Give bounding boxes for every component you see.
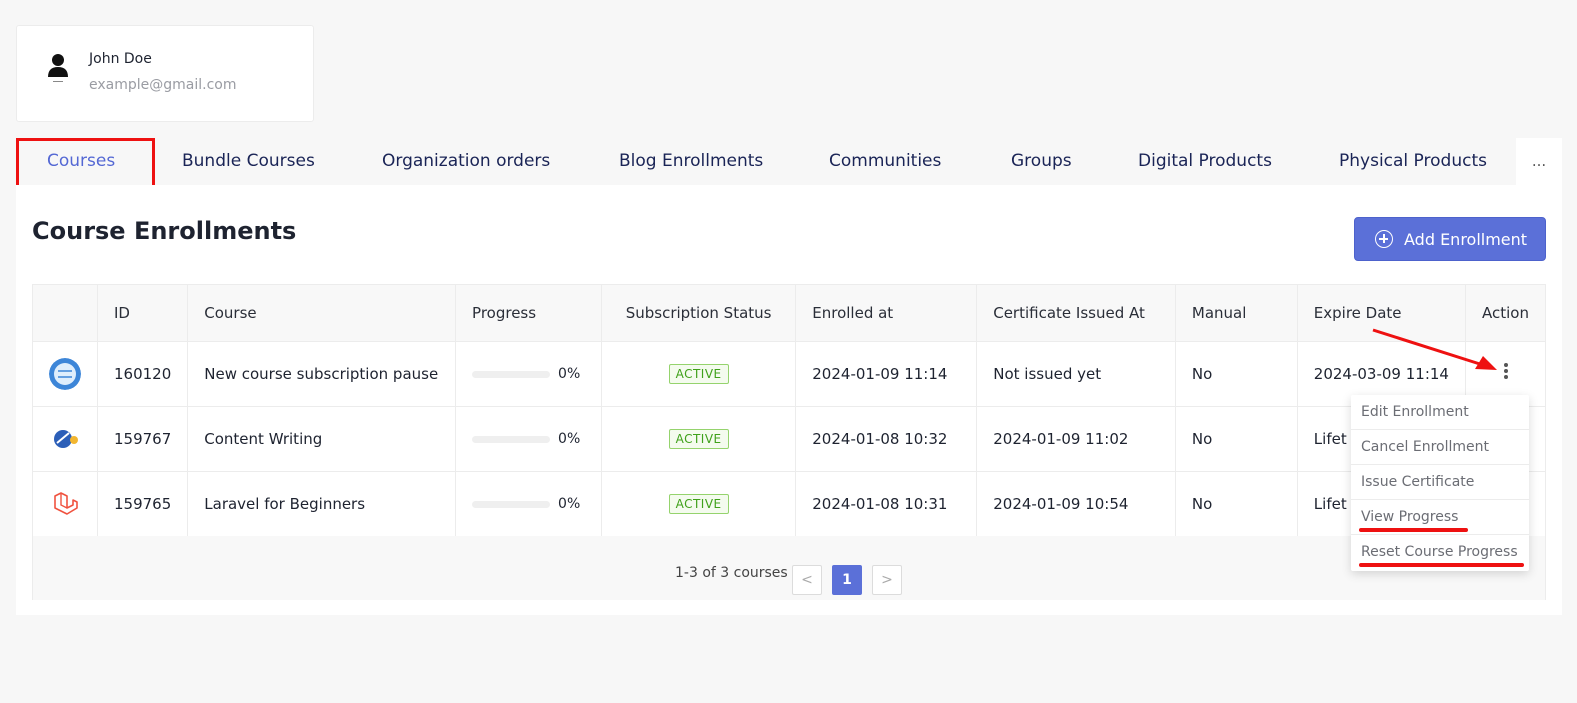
column-header-action: Action	[1482, 303, 1529, 322]
user-avatar-icon	[48, 54, 68, 82]
menu-item-cancel-enrollment[interactable]: Cancel Enrollment	[1351, 430, 1529, 465]
next-page-button[interactable]: >	[872, 565, 902, 595]
status-badge: ACTIVE	[668, 363, 729, 384]
action-dropdown-menu: Edit Enrollment Cancel Enrollment Issue …	[1351, 395, 1529, 571]
page-title: Course Enrollments	[32, 217, 297, 245]
cell-manual: No	[1175, 341, 1298, 406]
user-email: example@gmail.com	[89, 77, 237, 93]
cell-course: Laravel for Beginners	[187, 471, 457, 536]
progress-bar	[472, 500, 551, 508]
table-header-row: ID Course Progress Subscription Status E…	[33, 285, 1545, 341]
cell-manual: No	[1175, 471, 1298, 536]
menu-item-edit-enrollment[interactable]: Edit Enrollment	[1351, 395, 1529, 430]
column-header-progress: Progress	[455, 285, 602, 341]
tab-organization-orders[interactable]: Organization orders	[382, 138, 550, 185]
writing-course-icon	[50, 423, 80, 454]
cell-certificate-issued: Not issued yet	[976, 341, 1176, 406]
annotation-underline-reset-progress	[1359, 563, 1524, 567]
cell-id: 159765	[97, 471, 189, 536]
tab-bundle-courses[interactable]: Bundle Courses	[182, 138, 315, 185]
column-header-expire-date: Expire Date	[1297, 285, 1467, 341]
column-header-enrolled-at: Enrolled at	[795, 285, 978, 341]
column-header-manual: Manual	[1175, 285, 1298, 341]
cell-certificate-issued: 2024-01-09 10:54	[976, 471, 1176, 536]
tab-bar: Courses Bundle Courses Organization orde…	[16, 138, 1562, 188]
prev-page-button[interactable]: <	[792, 565, 822, 595]
progress-bar	[472, 370, 551, 378]
cell-manual: No	[1175, 406, 1298, 471]
progress-value: 0%	[558, 496, 581, 513]
page-1-button[interactable]: 1	[832, 565, 862, 595]
tab-courses[interactable]: Courses	[47, 138, 115, 185]
cell-id: 160120	[97, 341, 189, 406]
tab-communities[interactable]: Communities	[829, 138, 941, 185]
tab-physical-products[interactable]: Physical Products	[1339, 138, 1487, 185]
column-header-id: ID	[97, 285, 189, 341]
user-name: John Doe	[89, 51, 152, 67]
cell-enrolled-at: 2024-01-08 10:32	[795, 406, 978, 471]
user-card: John Doe example@gmail.com	[16, 25, 314, 122]
cell-course: New course subscription pause	[187, 341, 457, 406]
laravel-logo-icon	[54, 491, 78, 515]
kebab-menu-icon[interactable]	[1501, 362, 1511, 381]
pagination: 1-3 of 3 courses < 1 >	[33, 550, 1545, 600]
progress-bar	[472, 435, 551, 443]
menu-item-issue-certificate[interactable]: Issue Certificate	[1351, 465, 1529, 500]
column-header-certificate-issued-at: Certificate Issued At	[976, 285, 1176, 341]
status-badge: ACTIVE	[668, 493, 729, 514]
cell-course: Content Writing	[187, 406, 457, 471]
table-row: 159767 Content Writing 0% ACTIVE 2024-01…	[33, 406, 1545, 471]
progress-value: 0%	[558, 366, 581, 382]
table-row: 160120 New course subscription pause 0% …	[33, 341, 1545, 406]
tabs-more-button[interactable]: ...	[1516, 138, 1562, 185]
annotation-underline-view-progress	[1359, 528, 1468, 532]
cell-enrolled-at: 2024-01-08 10:31	[795, 471, 978, 536]
globe-course-icon	[49, 357, 81, 390]
cell-id: 159767	[97, 406, 189, 471]
column-header-thumbnail	[33, 285, 98, 341]
tab-groups[interactable]: Groups	[1011, 138, 1072, 185]
cell-enrolled-at: 2024-01-09 11:14	[795, 341, 978, 406]
add-enrollment-label: Add Enrollment	[1404, 230, 1528, 249]
course-enrollments-panel: Course Enrollments Add Enrollment ID Cou…	[16, 185, 1562, 615]
tab-digital-products[interactable]: Digital Products	[1138, 138, 1272, 185]
cell-certificate-issued: 2024-01-09 11:02	[976, 406, 1176, 471]
column-header-subscription-status: Subscription Status	[601, 285, 797, 341]
tab-blog-enrollments[interactable]: Blog Enrollments	[619, 138, 763, 185]
progress-value: 0%	[558, 431, 581, 447]
status-badge: ACTIVE	[668, 428, 729, 449]
column-header-course: Course	[187, 285, 457, 341]
plus-circle-icon	[1375, 230, 1393, 248]
pagination-info: 1-3 of 3 courses	[675, 565, 788, 581]
table-row: 159765 Laravel for Beginners 0% ACTIVE 2…	[33, 471, 1545, 536]
enrollments-table: ID Course Progress Subscription Status E…	[32, 284, 1546, 600]
add-enrollment-button[interactable]: Add Enrollment	[1354, 217, 1546, 261]
